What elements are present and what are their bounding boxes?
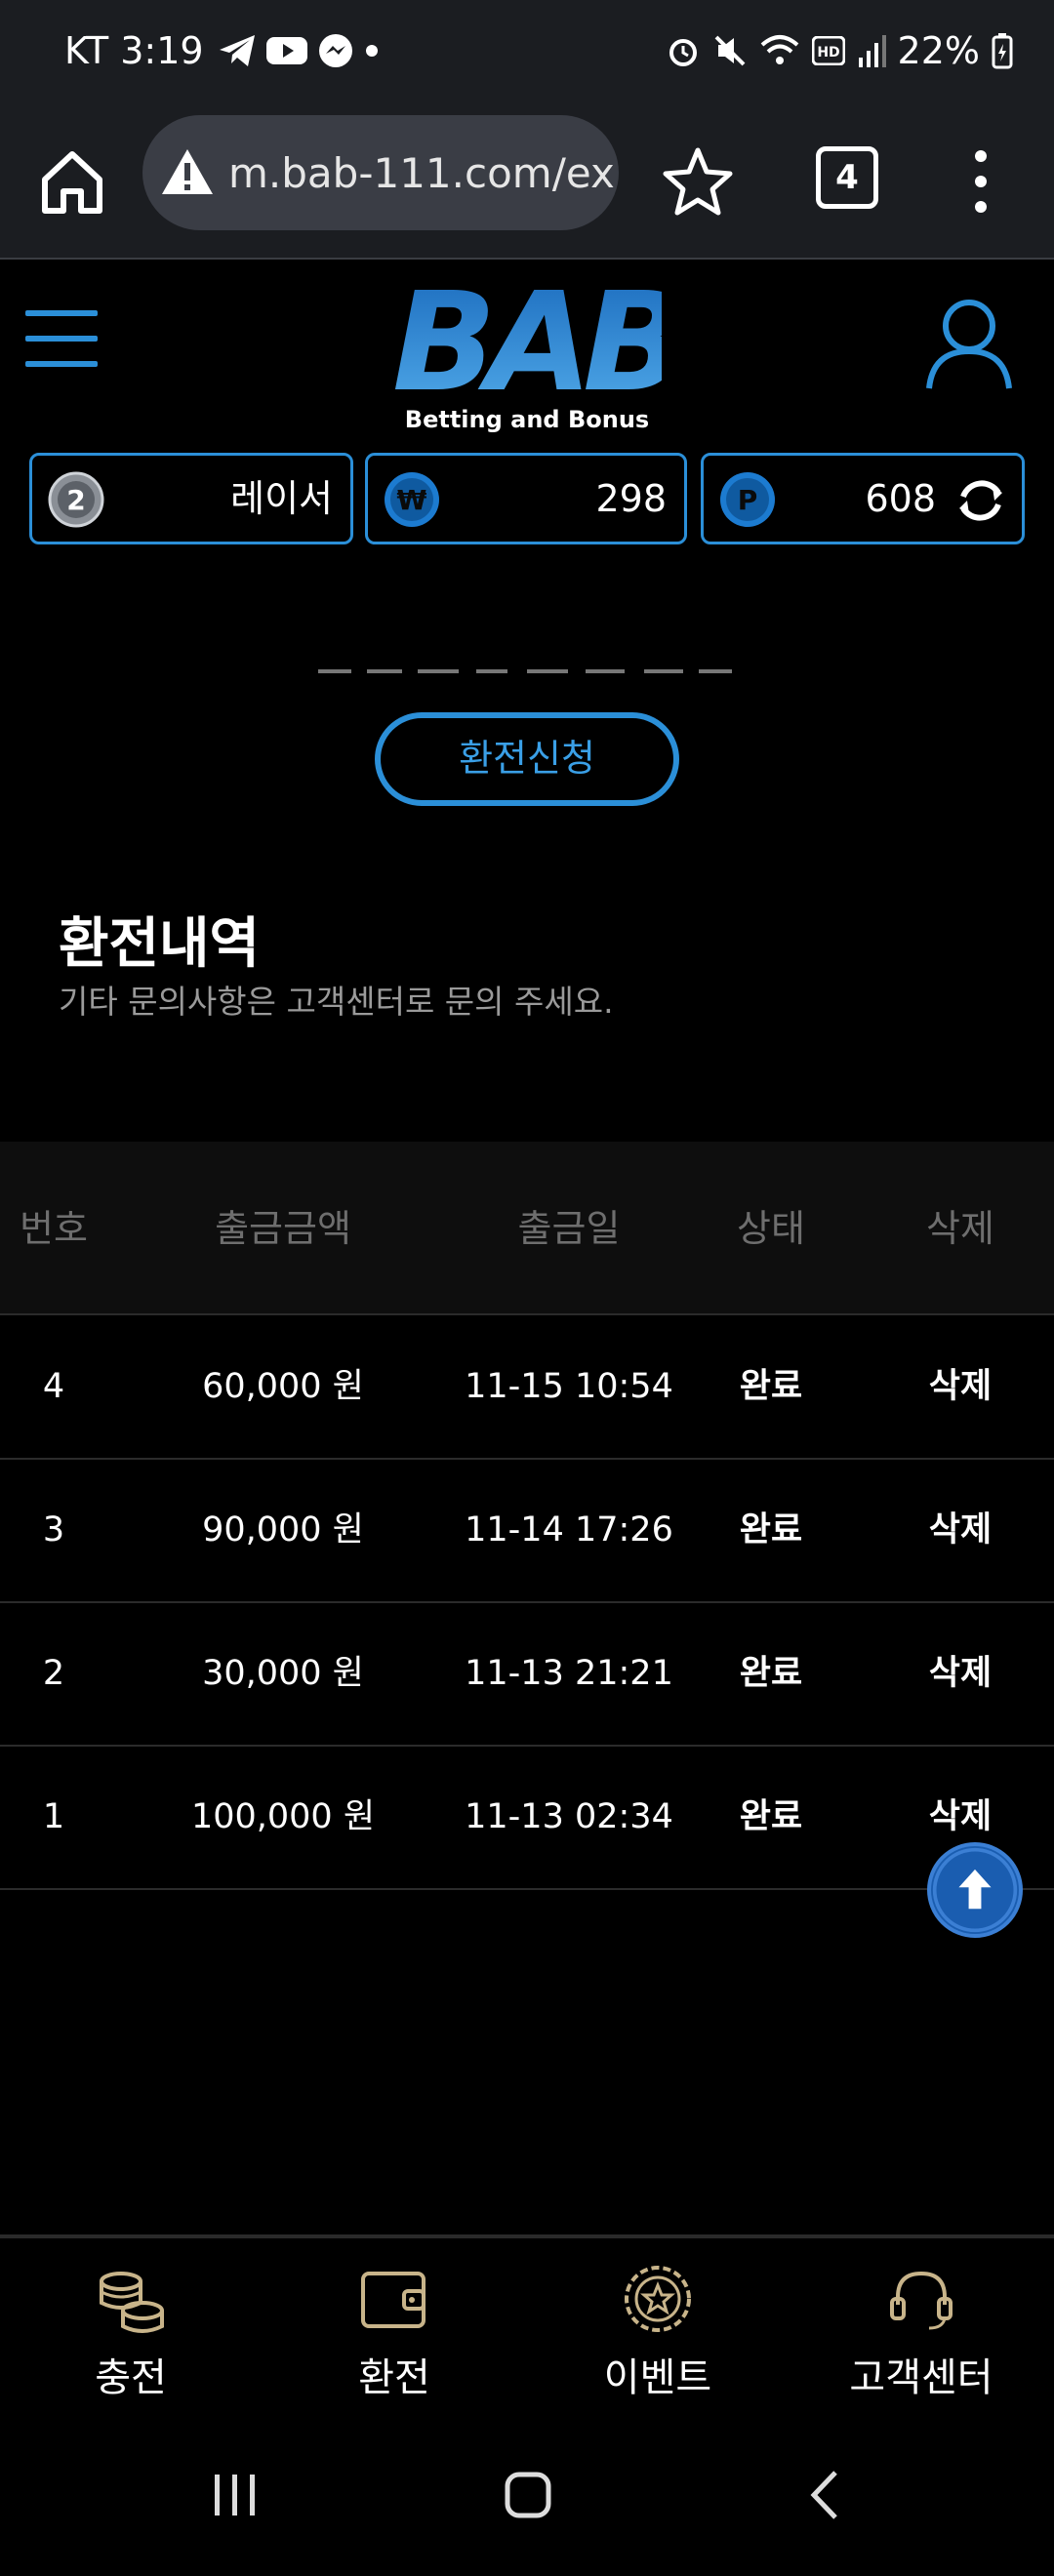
- messenger-icon: [318, 34, 352, 67]
- points-box: P 608: [701, 453, 1025, 544]
- youtube-icon: [265, 37, 307, 64]
- row-status: 완료: [739, 1797, 803, 1836]
- delete-button[interactable]: 삭제: [904, 1459, 1017, 1601]
- user-profile-icon[interactable]: [923, 295, 1015, 392]
- refresh-icon[interactable]: [953, 473, 1008, 528]
- telegram-icon: [219, 35, 255, 66]
- clipped-notice-text: [318, 669, 732, 673]
- points-icon: P: [720, 472, 775, 527]
- bookmark-star-icon[interactable]: [662, 144, 734, 217]
- level-badge-icon: 2: [48, 471, 104, 528]
- header-status: 상태: [737, 1207, 805, 1250]
- row-number: 4: [42, 1367, 65, 1406]
- nav-support[interactable]: 고객센터: [824, 2260, 1019, 2402]
- bottom-nav: 충전 환전 이벤트 고객센터: [0, 2234, 1054, 2414]
- header-delete: 삭제: [926, 1207, 994, 1250]
- status-left: KT 3:19: [64, 29, 380, 72]
- dot-icon: [365, 45, 378, 57]
- headset-icon: [890, 2271, 953, 2330]
- svg-text:2: 2: [66, 484, 85, 516]
- alarm-icon: [669, 39, 697, 66]
- table-row: 3 90,000 원 11-14 17:26 완료 삭제: [0, 1459, 1054, 1603]
- table-row: 4 60,000 원 11-15 10:54 완료 삭제: [0, 1315, 1054, 1460]
- svg-text:₩: ₩: [397, 484, 427, 516]
- svg-text:P: P: [738, 484, 758, 516]
- header-date: 출금일: [517, 1207, 621, 1250]
- row-date: 11-13 02:34: [465, 1797, 673, 1836]
- row-amount: 100,000 원: [190, 1797, 376, 1836]
- won-icon: ₩: [385, 472, 439, 527]
- logo-tagline: Betting and Bonus: [404, 406, 650, 433]
- battery-percent: 22%: [897, 29, 980, 72]
- battery-icon: [992, 33, 1013, 69]
- money-value: 298: [595, 477, 667, 520]
- row-number: 3: [42, 1510, 65, 1550]
- carrier-time: KT 3:19: [64, 29, 204, 72]
- home-nav-icon[interactable]: [494, 2461, 562, 2529]
- status-bar: KT 3:19 HD 22%: [0, 0, 1054, 115]
- money-box: ₩ 298: [365, 453, 687, 544]
- browser-toolbar: m.bab-111.com/ex 4: [0, 115, 1054, 260]
- more-menu-icon[interactable]: [966, 142, 995, 221]
- notification-icons: [218, 32, 380, 69]
- delete-button[interactable]: 삭제: [904, 1602, 1017, 1745]
- mute-icon: [714, 35, 745, 66]
- status-right: HD 22%: [666, 29, 1013, 72]
- nav-deposit[interactable]: 충전: [33, 2260, 228, 2402]
- star-badge-icon: [625, 2266, 691, 2332]
- row-date: 11-15 10:54: [465, 1367, 673, 1406]
- row-status: 완료: [739, 1367, 803, 1406]
- row-status: 완료: [739, 1654, 803, 1693]
- row-amount: 60,000 원: [202, 1367, 364, 1406]
- site-logo[interactable]: BAB Betting and Bonus: [392, 263, 687, 441]
- tab-count-button[interactable]: 4: [816, 146, 878, 209]
- signal-icon: [858, 35, 886, 67]
- delete-button[interactable]: 삭제: [904, 1315, 1017, 1458]
- table-row: 1 100,000 원 11-13 02:34 완료 삭제: [0, 1746, 1054, 1890]
- hamburger-menu-icon[interactable]: [25, 310, 98, 367]
- address-bar[interactable]: m.bab-111.com/ex: [142, 115, 619, 230]
- nav-label-withdraw: 환전: [358, 2355, 430, 2400]
- row-number: 1: [42, 1797, 65, 1836]
- points-value: 608: [865, 477, 936, 520]
- level-name: 레이서: [230, 477, 333, 520]
- wallet-icon: [361, 2272, 426, 2328]
- wifi-icon: [760, 35, 798, 64]
- logo-text: BAB: [392, 263, 687, 423]
- exchange-request-button[interactable]: 환전신청: [375, 712, 679, 806]
- row-amount: 90,000 원: [202, 1510, 364, 1550]
- row-status: 완료: [739, 1510, 803, 1550]
- recent-apps-icon[interactable]: [201, 2461, 269, 2529]
- hd-icon: HD: [811, 36, 845, 65]
- nav-label-deposit: 충전: [95, 2355, 167, 2400]
- row-number: 2: [42, 1654, 65, 1693]
- row-amount: 30,000 원: [202, 1654, 364, 1693]
- level-box: 2 레이서: [29, 453, 353, 544]
- warning-icon[interactable]: [160, 145, 215, 200]
- nav-withdraw[interactable]: 환전: [297, 2260, 492, 2402]
- table-header: 번호 출금금액 출금일 상태 삭제: [0, 1142, 1054, 1315]
- url-text[interactable]: m.bab-111.com/ex: [228, 149, 615, 197]
- nav-label-support: 고객센터: [849, 2355, 993, 2400]
- table-row: 2 30,000 원 11-13 21:21 완료 삭제: [0, 1602, 1054, 1747]
- page-subtitle: 기타 문의사항은 고객센터로 문의 주세요.: [59, 983, 614, 1021]
- back-icon[interactable]: [790, 2461, 859, 2529]
- coins-icon: [100, 2272, 164, 2333]
- scroll-to-top-button[interactable]: [927, 1842, 1023, 1938]
- nav-event[interactable]: 이벤트: [560, 2260, 755, 2402]
- page-title: 환전내역: [59, 912, 261, 976]
- header-number: 번호: [20, 1207, 88, 1250]
- svg-text:HD: HD: [817, 45, 839, 60]
- nav-label-event: 이벤트: [603, 2355, 712, 2400]
- row-date: 11-13 21:21: [465, 1654, 673, 1693]
- home-icon[interactable]: [33, 142, 111, 221]
- header-amount: 출금금액: [215, 1207, 351, 1250]
- system-navigation-bar: [0, 2410, 1054, 2576]
- row-date: 11-14 17:26: [465, 1510, 673, 1550]
